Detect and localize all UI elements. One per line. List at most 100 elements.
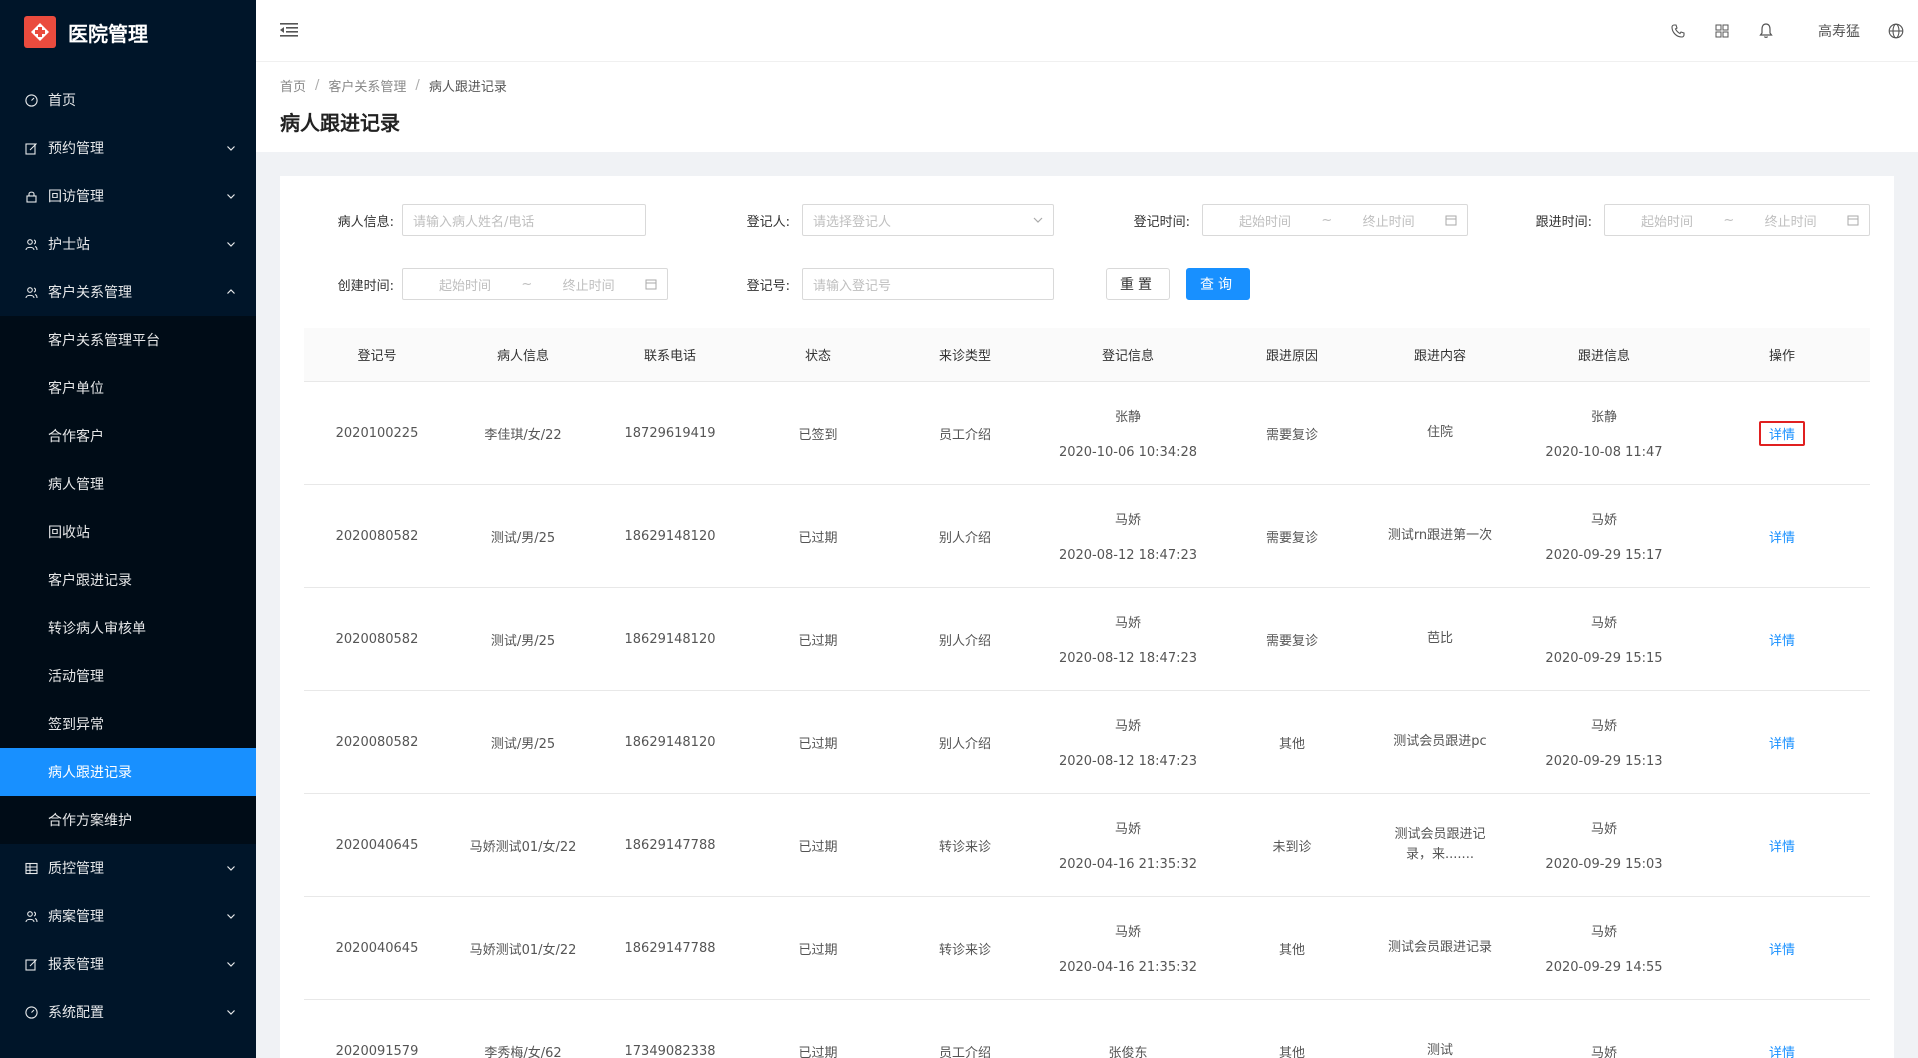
followup-info-cell-person: 马娇	[1590, 925, 1617, 940]
create-time-range[interactable]: 起始时间 ~ 终止时间	[402, 268, 668, 300]
sidebar-item-top-0[interactable]: 首页	[0, 76, 256, 124]
patient-cell: 马娇测试01/女/22	[469, 839, 577, 855]
action-cell: 详情	[1694, 420, 1870, 446]
bell-icon[interactable]	[1758, 23, 1774, 39]
reset-button[interactable]: 重置	[1106, 268, 1170, 300]
sidebar-item-label: 质控管理	[48, 861, 104, 877]
patient-info-placeholder: 请输入病人姓名/电话	[413, 214, 535, 230]
action-cell: 详情	[1694, 937, 1870, 960]
status-cell: 已签到	[798, 427, 838, 443]
column-header: 登记号	[357, 349, 397, 364]
column-header: 操作	[1768, 349, 1795, 364]
detail-link[interactable]: 详情	[1761, 628, 1803, 651]
sidebar-item-label: 客户单位	[48, 381, 104, 397]
content-text: 测试	[1426, 1043, 1453, 1058]
range-start: 起始时间	[1239, 214, 1292, 230]
user-name[interactable]: 高寿猛	[1818, 21, 1860, 41]
followup-info-cell-person: 马娇	[1590, 616, 1617, 631]
followup-info-cell-time: 2020-09-29 14:55	[1545, 960, 1663, 975]
sidebar-item-top-4[interactable]: 客户关系管理	[0, 268, 256, 316]
sidebar-item-top-1[interactable]: 预约管理	[0, 124, 256, 172]
content-cell: 测试会员跟进记录	[1366, 938, 1514, 958]
followup-info-cell-time: 2020-09-29 15:17	[1545, 548, 1663, 563]
chevron-down-icon	[1033, 217, 1043, 223]
detail-link[interactable]: 详情	[1758, 420, 1805, 446]
reg-info-cell-person: 马娇	[1114, 513, 1141, 528]
apps-grid-icon[interactable]	[1714, 23, 1730, 39]
reg-info-cell-time: 2020-04-16 21:35:32	[1058, 960, 1198, 975]
content-cell: 芭比	[1366, 629, 1514, 649]
sidebar-item-label: 病案管理	[48, 909, 104, 925]
table-row: 2020080582 测试/男/25 18629148120 已过期 别人介绍 马娇 202…	[304, 485, 1870, 588]
sidebar-subitem-8[interactable]: 签到异常	[0, 700, 256, 748]
chevron-down-icon	[227, 242, 235, 247]
sidebar-subitem-10[interactable]: 合作方案维护	[0, 796, 256, 844]
table-row: 2020040645 马娇测试01/女/22 18629147788 已过期 转诊来诊 马…	[304, 794, 1870, 897]
table-row: 2020091579 李秀梅/女/62 17349082338 已过期 员工介绍 张俊东 其…	[304, 1000, 1870, 1058]
reg-no-placeholder: 请输入登记号	[813, 278, 892, 294]
registrar-select[interactable]: 请选择登记人	[802, 204, 1054, 236]
breadcrumb-home[interactable]: 首页	[280, 76, 306, 95]
sidebar-subitem-3[interactable]: 病人管理	[0, 460, 256, 508]
followup-time-range[interactable]: 起始时间 ~ 终止时间	[1604, 204, 1870, 236]
reg-no-input[interactable]: 请输入登记号	[802, 268, 1054, 300]
status-cell: 已过期	[798, 942, 838, 958]
sidebar-item-label: 病人管理	[48, 477, 104, 493]
detail-link[interactable]: 详情	[1761, 1040, 1803, 1058]
column-header: 来诊类型	[938, 349, 991, 364]
sidebar-subitem-0[interactable]: 客户关系管理平台	[0, 316, 256, 364]
sidebar-item-top-2[interactable]: 回访管理	[0, 172, 256, 220]
detail-link[interactable]: 详情	[1761, 937, 1803, 960]
edit-icon	[24, 141, 38, 155]
sidebar-item-label: 护士站	[48, 237, 90, 253]
sidebar-item-top-3[interactable]: 护士站	[0, 220, 256, 268]
detail-link[interactable]: 详情	[1761, 834, 1803, 857]
sidebar-item-bottom-3[interactable]: 系统配置	[0, 988, 256, 1036]
sidebar-item-bottom-1[interactable]: 病案管理	[0, 892, 256, 940]
sidebar-subitem-6[interactable]: 转诊病人审核单	[0, 604, 256, 652]
sidebar-subitem-1[interactable]: 客户单位	[0, 364, 256, 412]
team-icon	[24, 909, 38, 923]
followup-info-cell: 马娇 2020-09-29 15:03	[1514, 818, 1694, 872]
app-logo[interactable]: 医院管理	[0, 0, 256, 64]
table-body: 2020100225 李佳琪/女/22 18729619419 已签到 员工介绍 张静 20…	[304, 382, 1870, 1058]
status-cell: 已过期	[798, 839, 838, 855]
status-cell: 已过期	[798, 736, 838, 752]
range-sep: ~	[1723, 212, 1735, 228]
column-header: 跟进信息	[1577, 349, 1630, 364]
column-header: 登记信息	[1101, 349, 1154, 364]
phone-icon[interactable]	[1670, 23, 1686, 39]
breadcrumb-crm[interactable]: 客户关系管理	[328, 76, 406, 95]
reg-no-cell: 2020080582	[335, 631, 419, 647]
sidebar-subitem-5[interactable]: 客户跟进记录	[0, 556, 256, 604]
edit-icon	[24, 957, 38, 971]
sidebar-subitem-9[interactable]: 病人跟进记录	[0, 748, 256, 796]
visit-type-cell: 转诊来诊	[938, 839, 991, 855]
app-title: 医院管理	[68, 21, 148, 46]
sidebar-item-bottom-2[interactable]: 报表管理	[0, 940, 256, 988]
sidebar-subitem-7[interactable]: 活动管理	[0, 652, 256, 700]
menu-fold-icon[interactable]	[280, 22, 298, 38]
sidebar-subitem-4[interactable]: 回收站	[0, 508, 256, 556]
detail-link[interactable]: 详情	[1761, 731, 1803, 754]
table-row: 2020080582 测试/男/25 18629148120 已过期 别人介绍 马娇 202…	[304, 691, 1870, 794]
reg-time-range[interactable]: 起始时间 ~ 终止时间	[1202, 204, 1468, 236]
globe-icon[interactable]	[1888, 23, 1904, 39]
sidebar-item-label: 预约管理	[48, 141, 104, 157]
reg-info-cell-person: 马娇	[1114, 719, 1141, 734]
detail-link[interactable]: 详情	[1761, 525, 1803, 548]
sidebar-subitem-2[interactable]: 合作客户	[0, 412, 256, 460]
search-button[interactable]: 查询	[1186, 268, 1250, 300]
calendar-icon	[1847, 215, 1859, 226]
sidebar-item-bottom-0[interactable]: 质控管理	[0, 844, 256, 892]
create-time-label: 创建时间:	[337, 279, 394, 294]
reg-no-cell: 2020080582	[335, 528, 419, 544]
breadcrumb-current: 病人跟进记录	[428, 80, 507, 95]
patient-info-input[interactable]: 请输入病人姓名/电话	[402, 204, 646, 236]
content-text: 芭比	[1426, 631, 1453, 646]
visit-type-cell: 转诊来诊	[938, 942, 991, 958]
breadcrumb: 首页 / 客户关系管理 / 病人跟进记录	[280, 76, 507, 95]
sidebar-item-label: 合作客户	[48, 429, 104, 445]
top-header: 高寿猛	[256, 0, 1918, 62]
sidebar-item-label: 首页	[48, 93, 76, 109]
